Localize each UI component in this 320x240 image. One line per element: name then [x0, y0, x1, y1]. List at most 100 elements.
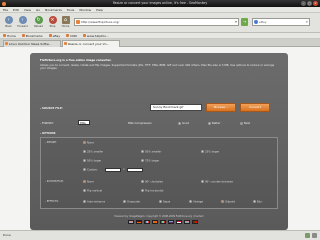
checkbox-icon — [253, 200, 256, 203]
radio-icon — [208, 121, 211, 125]
menu-tools[interactable]: Tools — [67, 8, 74, 12]
flag-pl-icon[interactable] — [176, 220, 182, 224]
home-icon: ⌂ — [61, 16, 70, 24]
effect-oilpaint[interactable]: Oilpaint — [221, 200, 235, 204]
forward-button[interactable]: › Forward — [16, 14, 29, 32]
back-button[interactable]: ‹ Back — [2, 14, 15, 32]
bookmark-cnn[interactable]: CNN — [66, 34, 77, 38]
resize-50-smaller[interactable]: 50% smaller — [141, 150, 161, 154]
bookmark-icon — [21, 34, 25, 37]
radio-icon — [178, 121, 181, 125]
online-icon[interactable] — [312, 233, 317, 238]
checkbox-icon — [159, 200, 162, 203]
options-label: - OPTIONS — [40, 131, 56, 135]
flag-nl-icon[interactable] — [184, 220, 190, 224]
menu-help[interactable]: Help — [96, 8, 103, 12]
status-icons — [305, 233, 317, 238]
menu-go[interactable]: Go — [36, 8, 40, 12]
resize-label: - RESIZE: — [45, 141, 57, 144]
menu-file[interactable]: File — [3, 8, 8, 12]
effects-label: - EFFECTS: — [45, 200, 59, 203]
resize-custom[interactable]: Custom: — [83, 168, 98, 172]
effect-vintage[interactable]: Vintage — [189, 200, 203, 204]
bookmark-ebay[interactable]: eBay — [48, 34, 60, 38]
effect-sepia[interactable]: Sepia — [159, 200, 170, 204]
flag-es-icon[interactable] — [152, 220, 158, 224]
custom-height-input[interactable] — [127, 168, 143, 172]
forward-arrow-icon: › — [18, 16, 27, 24]
flag-de-icon[interactable] — [136, 220, 142, 224]
effect-grayscale[interactable]: Grayscale — [123, 200, 140, 204]
minimize-icon[interactable]: – — [301, 1, 306, 6]
menu-edit[interactable]: Edit — [13, 8, 19, 12]
bookmark-other[interactable]: www.SkipDiv... — [82, 34, 109, 38]
effect-auto-enhance[interactable]: Auto-enhance — [83, 200, 105, 204]
flip-vertical[interactable]: Flip vertical — [83, 189, 102, 193]
checkbox-icon — [83, 200, 86, 203]
stop-button[interactable]: × Stop — [46, 14, 59, 32]
search-input[interactable]: eBay ⌕ — [252, 18, 310, 26]
menu-view[interactable]: View — [24, 8, 31, 12]
tab-fixpicture[interactable]: Resize or convert your im... — [62, 40, 120, 47]
resize-50-larger[interactable]: 50% larger — [83, 159, 101, 163]
tab-linux-news[interactable]: Linux Outdoor News Softw... — [3, 40, 61, 47]
bookmark-star-icon[interactable]: ▾ — [235, 19, 237, 25]
window-title: Resize or convert your images online, it… — [112, 1, 208, 5]
bookmark-icon — [3, 34, 6, 37]
radio-icon — [141, 180, 144, 183]
file-input[interactable]: Sunny Bookmark.gif — [150, 104, 202, 111]
effect-blur[interactable]: Blur — [253, 200, 262, 204]
rotate-90-ccw[interactable]: 90° counterclockwise — [201, 180, 233, 184]
radio-icon — [141, 189, 144, 192]
radio-icon — [141, 150, 144, 153]
source-file-label: - SOURCE FILE: — [40, 106, 63, 110]
bookmark-icon — [48, 34, 52, 37]
reload-button[interactable]: ↻ Reload — [32, 14, 45, 32]
custom-width-input[interactable] — [105, 168, 121, 172]
checkbox-icon — [123, 200, 126, 203]
flag-fr-icon[interactable] — [144, 220, 150, 224]
custom-separator: x — [123, 168, 125, 171]
browse-button[interactable]: Browse... — [206, 103, 236, 112]
reload-icon: ↻ — [34, 16, 43, 24]
flag-ru-icon[interactable] — [168, 220, 174, 224]
tab-bar: Linux Outdoor News Softw... Resize or co… — [0, 39, 320, 47]
resize-25-larger[interactable]: 25% larger — [201, 150, 219, 154]
maximize-icon[interactable]: □ — [307, 1, 312, 6]
format-label: - FORMAT: — [40, 121, 54, 125]
home-button[interactable]: ⌂ Home — [59, 14, 72, 32]
resize-none[interactable]: None — [83, 141, 94, 145]
close-icon[interactable]: × — [313, 1, 318, 6]
compression-better[interactable]: Better — [208, 121, 220, 125]
status-text: Done — [3, 233, 11, 237]
url-input[interactable]: http://www.fixpicture.org/ ▾ — [74, 18, 239, 26]
intro-text: FixPicture.org is a free online image co… — [40, 58, 275, 71]
go-button[interactable]: → — [241, 18, 248, 26]
rotate-90-cw[interactable]: 90° clockwise — [141, 180, 163, 184]
flip-horizontal[interactable]: Flip horizontal — [141, 189, 163, 193]
flag-pt-icon[interactable] — [192, 220, 198, 224]
security-icon[interactable] — [305, 233, 310, 238]
resize-25-smaller[interactable]: 25% smaller — [83, 150, 103, 154]
radio-icon — [240, 121, 243, 125]
rotate-none[interactable]: None — [83, 180, 94, 184]
converter-panel: FixPicture.org is a free online image co… — [30, 53, 288, 230]
url-text: http://www.fixpicture.org/ — [81, 20, 120, 24]
menu-bookmarks[interactable]: Bookmarks — [45, 8, 62, 12]
radio-icon — [201, 180, 204, 183]
search-icon[interactable]: ⌕ — [306, 19, 308, 25]
window-titlebar: Resize or convert your images online, it… — [0, 0, 320, 7]
format-select[interactable]: PNG — [78, 120, 90, 125]
menu-window[interactable]: Window — [79, 8, 91, 12]
bookmark-home[interactable]: Home — [3, 34, 16, 38]
convert-button[interactable]: Convert — [240, 103, 270, 112]
flag-it-icon[interactable] — [160, 220, 166, 224]
compression-good[interactable]: Good — [178, 121, 189, 125]
language-flags — [128, 220, 198, 224]
window-controls: – □ × — [301, 1, 318, 6]
compression-best[interactable]: Best — [240, 121, 250, 125]
resize-75-larger[interactable]: 75% larger — [141, 159, 159, 163]
flag-en-icon[interactable] — [128, 220, 134, 224]
checkbox-icon — [221, 200, 224, 203]
bookmark-bookmarks[interactable]: Bookmarks — [21, 34, 43, 38]
